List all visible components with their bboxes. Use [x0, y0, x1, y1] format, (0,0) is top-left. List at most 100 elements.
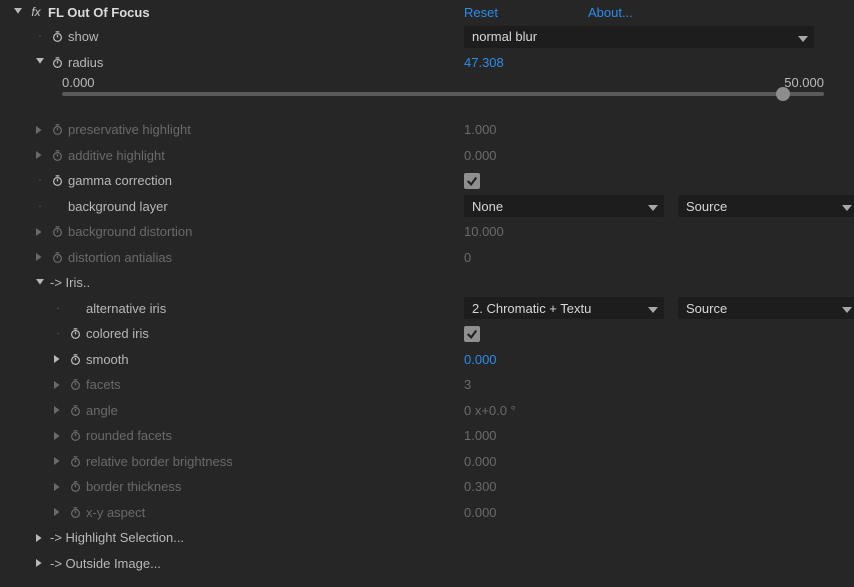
twirl-iris[interactable] [34, 279, 46, 287]
stopwatch-icon[interactable] [68, 505, 82, 519]
effect-name: FL Out Of Focus [48, 5, 150, 20]
slider-max: 50.000 [784, 75, 824, 90]
prop-value: 0.000 [464, 505, 497, 520]
alt-iris-dropdown[interactable]: 2. Chromatic + Textu [464, 297, 664, 319]
prop-radius: radius 47.308 [0, 50, 854, 76]
prop-colored-iris: · colored iris [0, 321, 854, 347]
about-link[interactable]: About... [588, 5, 633, 20]
prop-label: rounded facets [86, 428, 172, 443]
group-label: -> Outside Image... [50, 556, 161, 571]
stopwatch-icon[interactable] [68, 480, 82, 494]
slider-min: 0.000 [62, 75, 95, 90]
dropdown-value: Source [686, 199, 727, 214]
prop-distortion-antialias: distortion antialias 0 [0, 245, 854, 271]
stopwatch-icon[interactable] [68, 327, 82, 341]
prop-value: 10.000 [464, 224, 504, 239]
stopwatch-icon[interactable] [50, 174, 64, 188]
chevron-down-icon [798, 32, 808, 42]
stopwatch-icon[interactable] [68, 429, 82, 443]
group-highlight-selection: -> Highlight Selection... [0, 525, 854, 551]
twirl[interactable] [34, 151, 46, 159]
prop-value: 0.000 [464, 454, 497, 469]
prop-value: 0 x+0.0 ° [464, 403, 516, 418]
group-iris: -> Iris.. [0, 270, 854, 296]
twirl[interactable] [52, 432, 64, 440]
stopwatch-icon[interactable] [50, 148, 64, 162]
effect-header: fx FL Out Of Focus Reset About... [0, 0, 854, 24]
show-dropdown[interactable]: normal blur [464, 26, 814, 48]
stopwatch-icon[interactable] [68, 403, 82, 417]
bullet: · [34, 31, 46, 42]
prop-label: additive highlight [68, 148, 165, 163]
prop-label: preservative highlight [68, 122, 191, 137]
prop-value: 1.000 [464, 428, 497, 443]
gamma-checkbox[interactable] [464, 173, 480, 189]
prop-background-layer: · background layer None Source [0, 194, 854, 220]
prop-label: smooth [86, 352, 129, 367]
bg-source-dropdown[interactable]: Source [678, 195, 854, 217]
prop-label: x-y aspect [86, 505, 145, 520]
twirl[interactable] [34, 126, 46, 134]
chevron-down-icon [842, 201, 852, 211]
prop-facets: facets 3 [0, 372, 854, 398]
prop-relative-border-brightness: relative border brightness 0.000 [0, 449, 854, 475]
twirl[interactable] [34, 559, 46, 567]
radius-slider-area: 0.000 50.000 [0, 75, 854, 117]
radius-slider-thumb[interactable] [776, 87, 790, 101]
radius-value[interactable]: 47.308 [464, 55, 504, 70]
stopwatch-icon[interactable] [50, 225, 64, 239]
prop-label: facets [86, 377, 121, 392]
twirl-radius[interactable] [34, 58, 46, 66]
twirl[interactable] [52, 483, 64, 491]
twirl[interactable] [34, 228, 46, 236]
twirl[interactable] [52, 508, 64, 516]
reset-link[interactable]: Reset [464, 5, 498, 20]
chevron-down-icon [648, 201, 658, 211]
colored-iris-checkbox[interactable] [464, 326, 480, 342]
alt-iris-source-dropdown[interactable]: Source [678, 297, 854, 319]
twirl[interactable] [52, 381, 64, 389]
stopwatch-icon[interactable] [50, 30, 64, 44]
bullet: · [52, 303, 64, 314]
bg-layer-dropdown[interactable]: None [464, 195, 664, 217]
dropdown-value: normal blur [472, 29, 537, 44]
prop-value: 0.000 [464, 148, 497, 163]
stopwatch-icon[interactable] [50, 250, 64, 264]
twirl[interactable] [34, 253, 46, 261]
prop-value: 1.000 [464, 122, 497, 137]
stopwatch-icon[interactable] [50, 123, 64, 137]
chevron-down-icon [648, 303, 658, 313]
prop-label: alternative iris [86, 301, 166, 316]
prop-label: show [68, 29, 98, 44]
twirl[interactable] [52, 355, 64, 363]
prop-label: radius [68, 55, 103, 70]
prop-preservative-highlight: preservative highlight 1.000 [0, 117, 854, 143]
prop-value: 0 [464, 250, 471, 265]
twirl-effect[interactable] [12, 8, 24, 16]
stopwatch-icon[interactable] [68, 378, 82, 392]
smooth-value[interactable]: 0.000 [464, 352, 497, 367]
prop-angle: angle 0 x+0.0 ° [0, 398, 854, 424]
prop-background-distortion: background distortion 10.000 [0, 219, 854, 245]
prop-label: colored iris [86, 326, 149, 341]
prop-label: distortion antialias [68, 250, 172, 265]
prop-gamma-correction: · gamma correction [0, 168, 854, 194]
twirl[interactable] [34, 534, 46, 542]
prop-label: background distortion [68, 224, 192, 239]
twirl[interactable] [52, 406, 64, 414]
effect-panel: fx FL Out Of Focus Reset About... · show… [0, 0, 854, 576]
stopwatch-icon[interactable] [68, 454, 82, 468]
prop-rounded-facets: rounded facets 1.000 [0, 423, 854, 449]
prop-label: angle [86, 403, 118, 418]
stopwatch-icon[interactable] [68, 352, 82, 366]
bullet: · [52, 328, 64, 339]
prop-alternative-iris: · alternative iris 2. Chromatic + Textu … [0, 296, 854, 322]
dropdown-value: None [472, 199, 503, 214]
prop-additive-highlight: additive highlight 0.000 [0, 143, 854, 169]
twirl[interactable] [52, 457, 64, 465]
prop-label: gamma correction [68, 173, 172, 188]
group-label: -> Iris.. [50, 275, 90, 290]
prop-value: 3 [464, 377, 471, 392]
stopwatch-icon[interactable] [50, 55, 64, 69]
radius-slider-track[interactable] [62, 92, 824, 96]
